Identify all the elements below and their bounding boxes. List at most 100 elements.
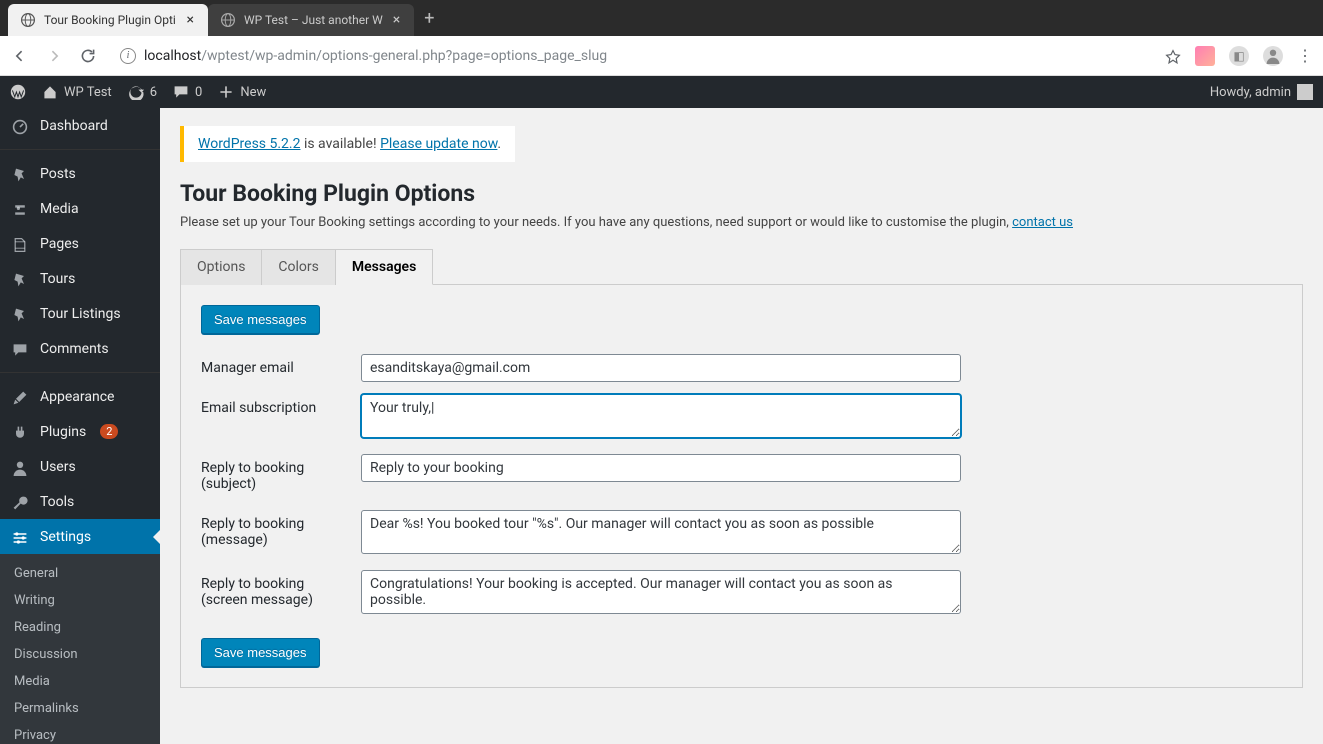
page-description: Please set up your Tour Booking settings…	[180, 215, 1303, 230]
email-subscription-textarea[interactable]: Your truly,|	[361, 394, 961, 438]
sidebar-item-label: Pages	[40, 236, 79, 252]
tools-icon	[10, 492, 30, 511]
tourlistings-icon	[10, 304, 30, 323]
reply-screen-textarea[interactable]: Congratulations! Your booking is accepte…	[361, 570, 961, 614]
admin-sidebar: Dashboard Posts Media Pages Tours Tour Listin…	[0, 108, 160, 744]
settings-sub-privacy[interactable]: Privacy	[0, 722, 160, 744]
settings-sub-discussion[interactable]: Discussion	[0, 641, 160, 668]
sidebar-item-label: Tour Listings	[40, 306, 121, 322]
tab-bar: OptionsColorsMessages	[180, 248, 1303, 285]
tab-panel-messages: Save messages Manager email Email subscr…	[180, 285, 1303, 688]
close-icon[interactable]: ×	[185, 12, 196, 28]
browser-menu-icon[interactable]: ⋮	[1297, 46, 1313, 65]
browser-tab-strip: Tour Booking Plugin Opti×WP Test – Just …	[0, 0, 1323, 36]
pages-icon	[10, 234, 30, 253]
notice-text: is available!	[300, 136, 380, 152]
sidebar-item-label: Users	[40, 459, 76, 475]
howdy-account[interactable]: Howdy, admin	[1210, 84, 1313, 100]
reply-subject-input[interactable]	[361, 454, 961, 482]
sidebar-item-plugins[interactable]: Plugins 2	[0, 414, 160, 449]
browser-tab-1[interactable]: WP Test – Just another W ×	[208, 4, 414, 36]
reply-message-textarea[interactable]: Dear %s! You booked tour "%s". Our manag…	[361, 510, 961, 554]
updates-link[interactable]: 6	[128, 84, 157, 100]
wp-logo-icon[interactable]	[10, 84, 26, 100]
tab-colors[interactable]: Colors	[262, 249, 335, 285]
tours-icon	[10, 269, 30, 288]
users-icon	[10, 457, 30, 476]
sidebar-item-pages[interactable]: Pages	[0, 226, 160, 261]
close-icon[interactable]: ×	[391, 12, 402, 28]
browser-tab-0[interactable]: Tour Booking Plugin Opti ×	[8, 4, 208, 36]
settings-icon	[10, 527, 30, 546]
sidebar-item-label: Tours	[40, 271, 75, 287]
sidebar-item-label: Plugins	[40, 424, 86, 440]
sidebar-item-posts[interactable]: Posts	[0, 156, 160, 191]
page-title: Tour Booking Plugin Options	[180, 180, 1303, 207]
save-messages-button-top[interactable]: Save messages	[201, 305, 320, 334]
sidebar-item-tours[interactable]: Tours	[0, 261, 160, 296]
sidebar-item-appearance[interactable]: Appearance	[0, 379, 160, 414]
sidebar-item-users[interactable]: Users	[0, 449, 160, 484]
sidebar-item-label: Media	[40, 201, 79, 217]
sidebar-item-tourlistings[interactable]: Tour Listings	[0, 296, 160, 331]
content-area: WordPress 5.2.2 is available! Please upd…	[160, 108, 1323, 744]
tab-messages[interactable]: Messages	[336, 249, 433, 285]
sidebar-item-label: Tools	[40, 494, 74, 510]
label-reply-subject: Reply to booking (subject)	[201, 448, 361, 504]
url-text: localhost/wptest/wp-admin/options-genera…	[144, 48, 607, 64]
tab-title: Tour Booking Plugin Opti	[44, 13, 177, 27]
update-notice: WordPress 5.2.2 is available! Please upd…	[180, 126, 515, 162]
posts-icon	[10, 164, 30, 183]
extension-icon[interactable]	[1195, 46, 1215, 66]
comments-link[interactable]: 0	[173, 84, 202, 100]
appearance-icon	[10, 387, 30, 406]
sidebar-item-label: Comments	[40, 341, 109, 357]
sidebar-item-tools[interactable]: Tools	[0, 484, 160, 519]
contact-us-link[interactable]: contact us	[1012, 215, 1073, 230]
back-button[interactable]	[10, 48, 30, 64]
sidebar-item-dashboard[interactable]: Dashboard	[0, 108, 160, 143]
label-reply-message: Reply to booking (message)	[201, 504, 361, 564]
manager-email-input[interactable]	[361, 354, 961, 382]
sidebar-item-comments[interactable]: Comments	[0, 331, 160, 366]
profile-avatar-icon[interactable]	[1263, 46, 1283, 66]
new-tab-button[interactable]: +	[414, 4, 444, 33]
label-manager-email: Manager email	[201, 348, 361, 388]
sidebar-item-label: Posts	[40, 166, 76, 182]
extension2-icon[interactable]: ◧	[1229, 46, 1249, 66]
forward-button[interactable]	[44, 48, 64, 64]
dashboard-icon	[10, 116, 30, 135]
bookmark-star-icon[interactable]	[1165, 46, 1181, 65]
globe-icon	[220, 12, 236, 28]
settings-sub-general[interactable]: General	[0, 560, 160, 587]
tab-options[interactable]: Options	[180, 249, 262, 285]
sidebar-item-settings[interactable]: Settings	[0, 519, 160, 554]
settings-sub-media[interactable]: Media	[0, 668, 160, 695]
tab-title: WP Test – Just another W	[244, 13, 383, 27]
settings-sub-reading[interactable]: Reading	[0, 614, 160, 641]
plugins-icon	[10, 422, 30, 441]
settings-sub-permalinks[interactable]: Permalinks	[0, 695, 160, 722]
wp-version-link[interactable]: WordPress 5.2.2	[198, 136, 300, 152]
site-home-link[interactable]: WP Test	[42, 84, 112, 100]
save-messages-button-bottom[interactable]: Save messages	[201, 638, 320, 667]
address-bar[interactable]: i localhost/wptest/wp-admin/options-gene…	[112, 44, 1151, 68]
sidebar-item-label: Dashboard	[40, 118, 108, 134]
update-now-link[interactable]: Please update now	[380, 136, 497, 152]
user-avatar-icon	[1297, 84, 1313, 100]
sidebar-item-label: Appearance	[40, 389, 114, 405]
label-email-subscription: Email subscription	[201, 388, 361, 448]
new-content-link[interactable]: New	[218, 84, 266, 100]
settings-sub-writing[interactable]: Writing	[0, 587, 160, 614]
globe-icon	[20, 12, 36, 28]
site-info-icon[interactable]: i	[120, 48, 136, 64]
update-badge: 2	[100, 424, 118, 439]
sidebar-item-media[interactable]: Media	[0, 191, 160, 226]
comments-icon	[10, 339, 30, 358]
media-icon	[10, 199, 30, 218]
label-reply-screen: Reply to booking (screen message)	[201, 564, 361, 624]
browser-toolbar: i localhost/wptest/wp-admin/options-gene…	[0, 36, 1323, 76]
wp-admin-bar: WP Test 6 0 New Howdy, admin	[0, 76, 1323, 108]
settings-submenu: GeneralWritingReadingDiscussionMediaPerm…	[0, 554, 160, 744]
reload-button[interactable]	[78, 48, 98, 64]
